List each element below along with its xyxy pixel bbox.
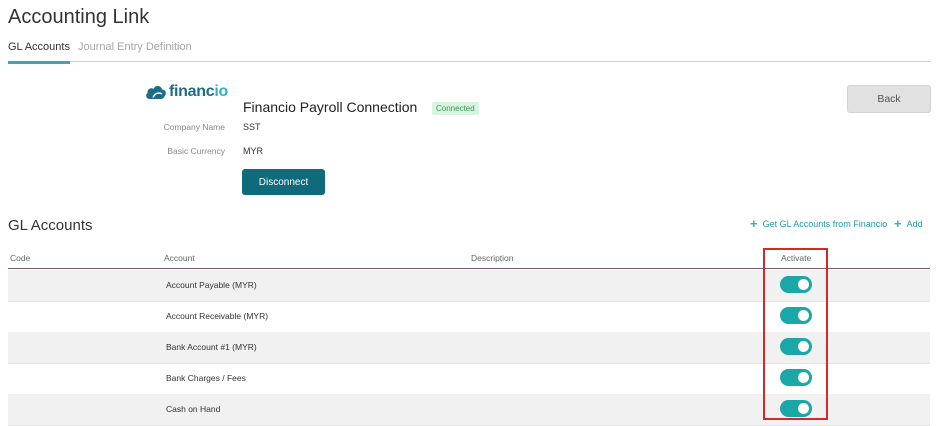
basic-currency-value: MYR bbox=[243, 146, 263, 156]
back-button[interactable]: Back bbox=[847, 85, 931, 113]
activate-toggle[interactable] bbox=[780, 338, 812, 355]
table-row: Bank Charges / Fees bbox=[8, 363, 930, 395]
activate-toggle[interactable] bbox=[780, 369, 812, 386]
toggle-knob bbox=[798, 372, 809, 383]
activate-toggle[interactable] bbox=[780, 400, 812, 417]
company-name-label: Company Name bbox=[163, 122, 225, 132]
table-row: Account Payable (MYR) bbox=[8, 270, 930, 302]
table-row: Account Receivable (MYR) bbox=[8, 301, 930, 333]
column-header-activate: Activate bbox=[781, 253, 812, 263]
logo-text-main: financ bbox=[169, 83, 215, 100]
disconnect-button[interactable]: Disconnect bbox=[242, 169, 325, 195]
connection-title: Financio Payroll Connection bbox=[243, 99, 418, 115]
account-name: Bank Account #1 (MYR) bbox=[166, 342, 257, 352]
get-gl-accounts-label: Get GL Accounts from Financio bbox=[762, 218, 888, 229]
toggle-knob bbox=[798, 310, 809, 321]
toggle-knob bbox=[798, 403, 809, 414]
cloud-icon bbox=[146, 86, 166, 99]
tab-gl-accounts[interactable]: GL Accounts bbox=[8, 41, 70, 64]
toggle-knob bbox=[798, 279, 809, 290]
activate-toggle[interactable] bbox=[780, 307, 812, 324]
tab-journal-entry-definition[interactable]: Journal Entry Definition bbox=[78, 41, 192, 53]
basic-currency-label: Basic Currency bbox=[167, 146, 225, 156]
add-button[interactable]: + Add bbox=[894, 217, 923, 230]
logo-text-accent: io bbox=[214, 83, 228, 100]
page-title: Accounting Link bbox=[8, 6, 150, 28]
status-badge: Connected bbox=[432, 102, 479, 115]
column-header-code: Code bbox=[10, 253, 31, 263]
gl-accounts-section-title: GL Accounts bbox=[8, 217, 93, 234]
tab-bar: GL Accounts Journal Entry Definition bbox=[8, 34, 930, 64]
account-name: Account Payable (MYR) bbox=[166, 280, 257, 290]
get-gl-accounts-button[interactable]: + Get GL Accounts from Financio bbox=[750, 217, 887, 230]
table-row: Bank Account #1 (MYR) bbox=[8, 332, 930, 364]
column-header-account: Account bbox=[164, 253, 195, 263]
plus-icon: + bbox=[894, 216, 902, 231]
add-label: Add bbox=[906, 218, 923, 229]
account-name: Bank Charges / Fees bbox=[166, 373, 246, 383]
financio-logo: financio bbox=[145, 82, 228, 102]
table-header: Code Account Description Activate bbox=[8, 249, 930, 269]
toggle-knob bbox=[798, 341, 809, 352]
account-name: Cash on Hand bbox=[166, 404, 221, 414]
account-name: Account Receivable (MYR) bbox=[166, 311, 269, 321]
company-name-value: SST bbox=[243, 122, 261, 132]
plus-icon: + bbox=[750, 216, 758, 231]
activate-toggle[interactable] bbox=[780, 276, 812, 293]
table-row: Cash on Hand bbox=[8, 394, 930, 426]
column-header-description: Description bbox=[471, 253, 514, 263]
